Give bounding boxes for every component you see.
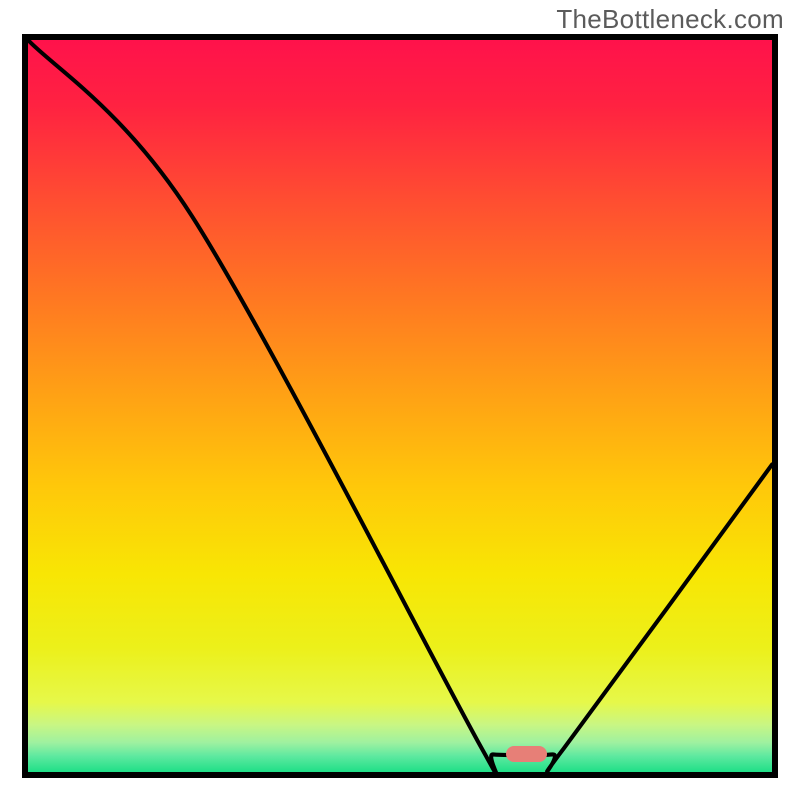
optimal-marker	[506, 746, 547, 762]
chart-frame	[22, 34, 778, 778]
watermark-text: TheBottleneck.com	[556, 4, 784, 35]
background-gradient	[28, 40, 772, 772]
chart-container: TheBottleneck.com	[0, 0, 800, 800]
